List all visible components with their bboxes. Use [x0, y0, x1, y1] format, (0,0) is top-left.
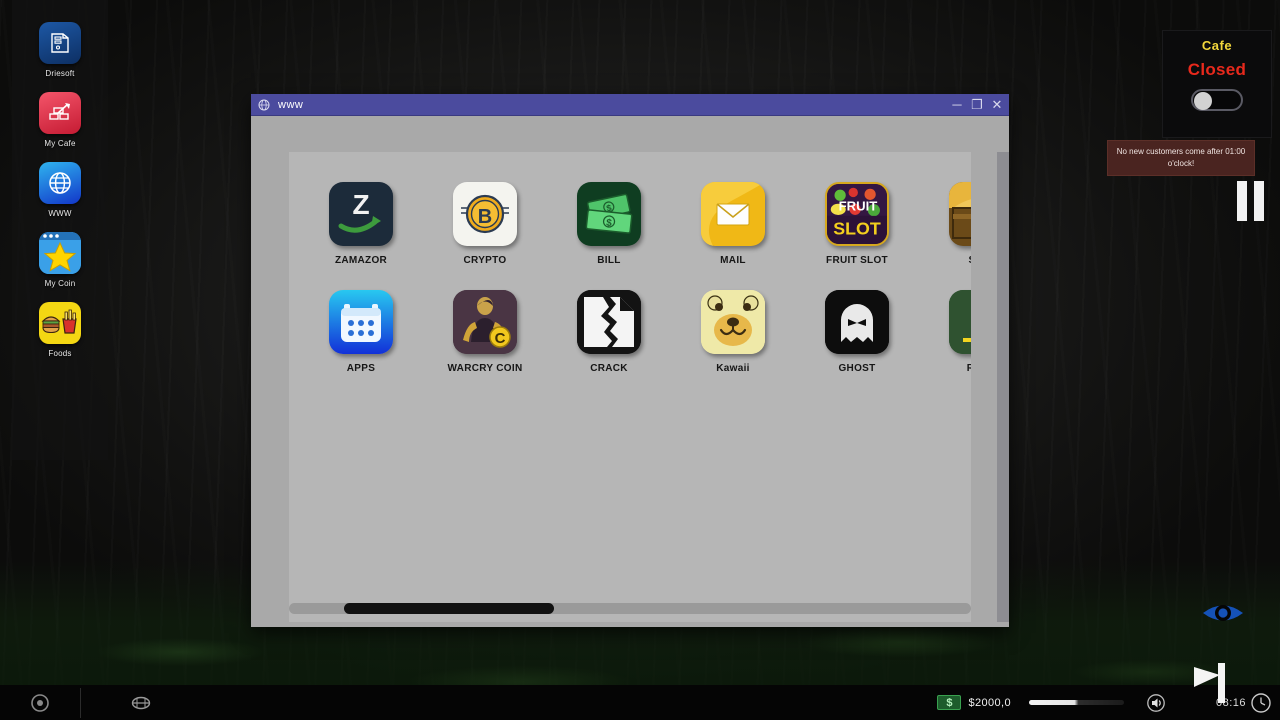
zamazor-icon: Z: [329, 182, 393, 246]
minimize-button[interactable]: ─: [947, 95, 967, 115]
desktop-icon-sidebar: Driesoft My Cafe: [12, 0, 108, 460]
app-tile-zamazor[interactable]: Z ZAMAZOR: [299, 182, 423, 266]
cafe-panel-title: Cafe: [1202, 38, 1232, 53]
app-tile-fruit-slot[interactable]: FRUIT SLOT FRUIT SLOT: [795, 182, 919, 266]
window-title: www: [278, 99, 303, 111]
burger-fries-icon: [39, 302, 81, 344]
treasure-chest-icon: [949, 182, 971, 246]
warrior-icon: C: [453, 290, 517, 354]
window-body: Z ZAMAZOR: [251, 116, 1009, 627]
hscroll-track[interactable]: [289, 603, 971, 614]
cafe-status-panel: Cafe Closed: [1162, 30, 1272, 138]
app-label: SKIN: [968, 255, 971, 266]
taskbar: $ $2000,0 08:16: [0, 685, 1280, 720]
desktop-item-my-cafe[interactable]: My Cafe: [17, 92, 103, 148]
clock-icon: [1250, 692, 1272, 714]
cracked-page-icon: [577, 290, 641, 354]
app-tile-crypto[interactable]: B CRYPTO: [423, 182, 547, 266]
calendar-icon: [329, 290, 393, 354]
ghost-icon: [825, 290, 889, 354]
flag-icon[interactable]: [1190, 663, 1234, 705]
app-tile-ghost[interactable]: GHOST: [795, 290, 919, 374]
money-bill-icon: $: [937, 695, 961, 710]
app-label: BILL: [597, 255, 620, 266]
svg-text:SLOT: SLOT: [833, 219, 881, 239]
app-label: APPS: [347, 363, 375, 374]
speaker-icon[interactable]: [1142, 693, 1170, 713]
pause-bar-right: [1254, 181, 1264, 221]
bitcoin-icon: B: [453, 182, 517, 246]
app-store-page: Z ZAMAZOR: [289, 152, 971, 622]
maximize-button[interactable]: ❐: [967, 95, 987, 115]
app-tile-mail[interactable]: MAIL: [671, 182, 795, 266]
game-screen: Driesoft My Cafe: [0, 0, 1280, 720]
desktop-item-www[interactable]: WWW: [17, 162, 103, 218]
hscroll-thumb[interactable]: [344, 603, 554, 614]
star-window-icon: [39, 232, 81, 274]
computer-tower-icon: [39, 22, 81, 64]
app-label: ZAMAZOR: [335, 255, 387, 266]
desktop-item-driesoft[interactable]: Driesoft: [17, 22, 103, 78]
desktop-item-label: My Cafe: [44, 139, 75, 148]
envelope-icon: [701, 182, 765, 246]
window-titlebar[interactable]: www ─ ❐ ✕: [251, 94, 1009, 116]
bear-face-icon: [701, 290, 765, 354]
app-label: MAIL: [720, 255, 746, 266]
close-button[interactable]: ✕: [987, 95, 1007, 115]
toggle-knob: [1194, 92, 1212, 110]
power-circle-icon[interactable]: [0, 685, 80, 720]
app-label: CRACK: [590, 363, 628, 374]
app-tile-kawaii[interactable]: Kawaii: [671, 290, 795, 374]
eye-icon[interactable]: [1202, 593, 1244, 633]
globe-icon: [257, 98, 271, 112]
svg-text:C: C: [495, 330, 506, 347]
app-tile-warcry-coin[interactable]: C WARCRY COIN: [423, 290, 547, 374]
desktop-item-label: WWW: [48, 209, 71, 218]
figure-icon: [949, 290, 971, 354]
cafe-hammer-icon: [39, 92, 81, 134]
app-label: WARCRY COIN: [448, 363, 523, 374]
money-value: $2000,0: [968, 697, 1011, 709]
www-window: www ─ ❐ ✕ Z: [251, 94, 1009, 627]
app-label: REAL: [967, 363, 971, 374]
fruit-slot-icon: FRUIT SLOT: [825, 182, 889, 246]
money-display: $ $2000,0: [937, 695, 1029, 710]
cafe-open-toggle[interactable]: [1191, 89, 1243, 111]
pause-button[interactable]: [1232, 180, 1268, 222]
app-tile-skin[interactable]: SKIN: [919, 182, 971, 266]
app-tile-real[interactable]: REAL: [919, 290, 971, 374]
desktop-item-label: Foods: [48, 349, 71, 358]
banknotes-icon: $ $: [577, 182, 641, 246]
cafe-open-status: Closed: [1188, 60, 1246, 80]
app-label: GHOST: [838, 363, 875, 374]
svg-text:FRUIT: FRUIT: [839, 198, 878, 213]
app-tile-crack[interactable]: CRACK: [547, 290, 671, 374]
page-vertical-scrollbar[interactable]: [997, 152, 1009, 622]
desktop-item-label: My Coin: [45, 279, 76, 288]
page-horizontal-scrollbar[interactable]: [289, 601, 971, 615]
cafe-tooltip: No new customers come after 01:00 o'cloc…: [1107, 140, 1255, 176]
app-label: FRUIT SLOT: [826, 255, 888, 266]
volume-slider[interactable]: [1029, 700, 1124, 705]
desktop-item-my-coin[interactable]: My Coin: [17, 232, 103, 288]
app-label: Kawaii: [716, 363, 749, 374]
desktop-item-foods[interactable]: Foods: [17, 302, 103, 358]
svg-text:Z: Z: [352, 189, 369, 220]
app-label: CRYPTO: [464, 255, 507, 266]
desktop-item-label: Driesoft: [45, 69, 74, 78]
globe-icon: [39, 162, 81, 204]
app-tile-apps[interactable]: APPS: [299, 290, 423, 374]
app-grid: Z ZAMAZOR: [289, 182, 971, 374]
pause-bar-left: [1237, 181, 1247, 221]
app-tile-bill[interactable]: $ $ BILL: [547, 182, 671, 266]
browser-icon[interactable]: [81, 685, 201, 720]
svg-text:B: B: [478, 206, 492, 228]
